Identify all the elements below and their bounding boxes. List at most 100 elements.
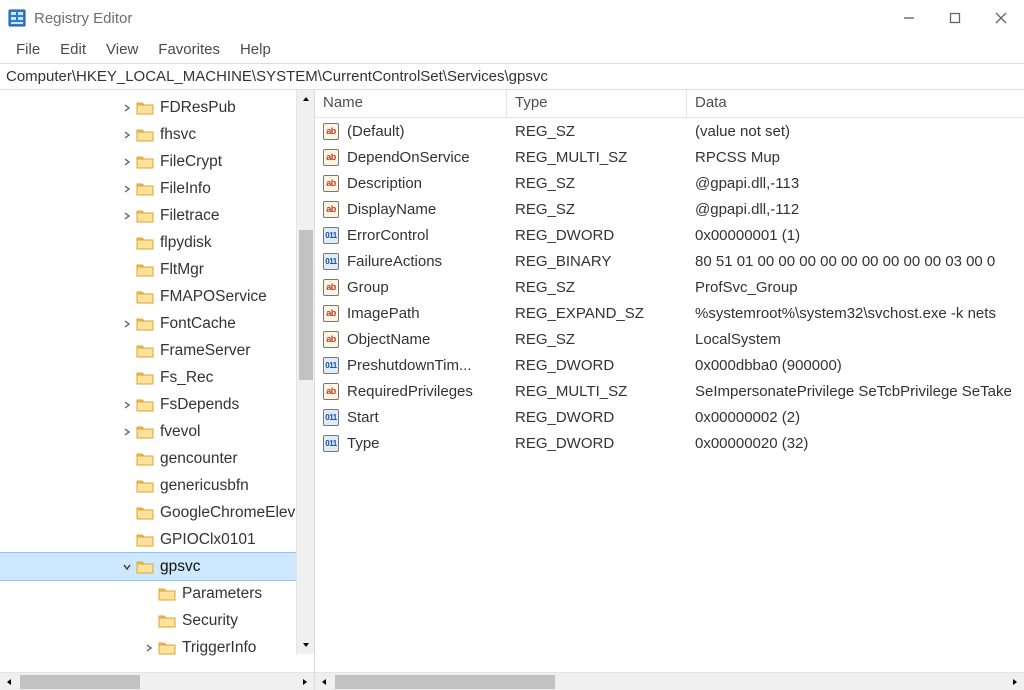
value-data: 0x00000020 (32) bbox=[687, 435, 1024, 452]
value-row[interactable]: DisplayNameREG_SZ@gpapi.dll,-112 bbox=[315, 196, 1024, 222]
tree-item-flpydisk[interactable]: flpydisk bbox=[0, 229, 314, 256]
tree-branch-icon bbox=[142, 614, 156, 628]
tree-item-label: GPIOClx0101 bbox=[160, 531, 256, 549]
list-header: Name Type Data bbox=[315, 90, 1024, 118]
scrollbar-thumb[interactable] bbox=[299, 230, 313, 380]
folder-icon bbox=[158, 586, 176, 602]
chevron-right-icon[interactable] bbox=[142, 641, 156, 655]
scrollbar-thumb[interactable] bbox=[335, 675, 555, 689]
menu-view[interactable]: View bbox=[96, 39, 148, 60]
column-header-data[interactable]: Data bbox=[687, 90, 1024, 117]
folder-icon bbox=[158, 613, 176, 629]
menu-file[interactable]: File bbox=[6, 39, 50, 60]
chevron-right-icon[interactable] bbox=[120, 128, 134, 142]
value-row[interactable]: StartREG_DWORD0x00000002 (2) bbox=[315, 404, 1024, 430]
value-row[interactable]: DescriptionREG_SZ@gpapi.dll,-113 bbox=[315, 170, 1024, 196]
value-row[interactable]: FailureActionsREG_BINARY80 51 01 00 00 0… bbox=[315, 248, 1024, 274]
value-name: Description bbox=[339, 175, 507, 192]
value-type: REG_SZ bbox=[507, 201, 687, 218]
tree-item-fdrespub[interactable]: FDResPub bbox=[0, 94, 314, 121]
tree-item-fileinfo[interactable]: FileInfo bbox=[0, 175, 314, 202]
tree-item-fs-rec[interactable]: Fs_Rec bbox=[0, 364, 314, 391]
tree-item-fltmgr[interactable]: FltMgr bbox=[0, 256, 314, 283]
tree-item-label: genericusbfn bbox=[160, 477, 249, 495]
scroll-down-icon[interactable] bbox=[297, 636, 314, 654]
value-data: (value not set) bbox=[687, 123, 1024, 140]
value-row[interactable]: ObjectNameREG_SZLocalSystem bbox=[315, 326, 1024, 352]
value-row[interactable]: GroupREG_SZProfSvc_Group bbox=[315, 274, 1024, 300]
tree-item-googlechromeelev[interactable]: GoogleChromeElev bbox=[0, 499, 314, 526]
folder-icon bbox=[136, 208, 154, 224]
tree-item-frameserver[interactable]: FrameServer bbox=[0, 337, 314, 364]
tree-horizontal-scrollbar[interactable] bbox=[0, 672, 314, 690]
tree-item-fsdepends[interactable]: FsDepends bbox=[0, 391, 314, 418]
string-value-icon bbox=[323, 305, 339, 322]
chevron-right-icon[interactable] bbox=[120, 155, 134, 169]
value-row[interactable]: RequiredPrivilegesREG_MULTI_SZSeImperson… bbox=[315, 378, 1024, 404]
folder-icon bbox=[136, 154, 154, 170]
minimize-button[interactable] bbox=[886, 0, 932, 36]
chevron-down-icon[interactable] bbox=[120, 560, 134, 574]
tree-item-gencounter[interactable]: gencounter bbox=[0, 445, 314, 472]
value-type: REG_MULTI_SZ bbox=[507, 149, 687, 166]
folder-icon bbox=[136, 424, 154, 440]
scrollbar-thumb[interactable] bbox=[20, 675, 140, 689]
list-horizontal-scrollbar[interactable] bbox=[315, 672, 1024, 690]
column-header-type[interactable]: Type bbox=[507, 90, 687, 117]
tree-item-fhsvc[interactable]: fhsvc bbox=[0, 121, 314, 148]
chevron-right-icon[interactable] bbox=[120, 398, 134, 412]
tree-item-genericusbfn[interactable]: genericusbfn bbox=[0, 472, 314, 499]
tree-item-triggerinfo[interactable]: TriggerInfo bbox=[0, 634, 314, 661]
close-button[interactable] bbox=[978, 0, 1024, 36]
tree-branch-icon bbox=[120, 533, 134, 547]
tree-item-security[interactable]: Security bbox=[0, 607, 314, 634]
tree-item-gpioclx0101[interactable]: GPIOClx0101 bbox=[0, 526, 314, 553]
scroll-right-icon[interactable] bbox=[1006, 673, 1024, 690]
value-row[interactable]: ImagePathREG_EXPAND_SZ%systemroot%\syste… bbox=[315, 300, 1024, 326]
value-name: PreshutdownTim... bbox=[339, 357, 507, 374]
tree-item-parameters[interactable]: Parameters bbox=[0, 580, 314, 607]
tree-item-label: Filetrace bbox=[160, 207, 219, 225]
value-row[interactable]: DependOnServiceREG_MULTI_SZRPCSS Mup bbox=[315, 144, 1024, 170]
value-row[interactable]: PreshutdownTim...REG_DWORD0x000dbba0 (90… bbox=[315, 352, 1024, 378]
scroll-up-icon[interactable] bbox=[297, 90, 314, 108]
tree-branch-icon bbox=[120, 290, 134, 304]
titlebar: Registry Editor bbox=[0, 0, 1024, 36]
value-row[interactable]: (Default)REG_SZ(value not set) bbox=[315, 118, 1024, 144]
value-data: LocalSystem bbox=[687, 331, 1024, 348]
value-data: 0x000dbba0 (900000) bbox=[687, 357, 1024, 374]
folder-icon bbox=[136, 478, 154, 494]
tree-item-fvevol[interactable]: fvevol bbox=[0, 418, 314, 445]
tree-item-fontcache[interactable]: FontCache bbox=[0, 310, 314, 337]
address-bar[interactable]: Computer\HKEY_LOCAL_MACHINE\SYSTEM\Curre… bbox=[0, 64, 1024, 90]
menubar: File Edit View Favorites Help bbox=[0, 36, 1024, 64]
menu-favorites[interactable]: Favorites bbox=[148, 39, 230, 60]
chevron-right-icon[interactable] bbox=[120, 209, 134, 223]
maximize-button[interactable] bbox=[932, 0, 978, 36]
numeric-value-icon bbox=[323, 435, 339, 452]
tree-item-label: Parameters bbox=[182, 585, 262, 603]
value-row[interactable]: TypeREG_DWORD0x00000020 (32) bbox=[315, 430, 1024, 456]
tree-item-filetrace[interactable]: Filetrace bbox=[0, 202, 314, 229]
menu-help[interactable]: Help bbox=[230, 39, 281, 60]
column-header-name[interactable]: Name bbox=[315, 90, 507, 117]
tree-item-label: flpydisk bbox=[160, 234, 212, 252]
tree-item-label: FontCache bbox=[160, 315, 236, 333]
scroll-left-icon[interactable] bbox=[0, 673, 18, 690]
numeric-value-icon bbox=[323, 409, 339, 426]
tree-item-filecrypt[interactable]: FileCrypt bbox=[0, 148, 314, 175]
chevron-right-icon[interactable] bbox=[120, 182, 134, 196]
tree-item-fmaposervice[interactable]: FMAPOService bbox=[0, 283, 314, 310]
chevron-right-icon[interactable] bbox=[120, 101, 134, 115]
chevron-right-icon[interactable] bbox=[120, 425, 134, 439]
value-row[interactable]: ErrorControlREG_DWORD0x00000001 (1) bbox=[315, 222, 1024, 248]
value-type: REG_SZ bbox=[507, 331, 687, 348]
chevron-right-icon[interactable] bbox=[120, 317, 134, 331]
tree-item-gpsvc[interactable]: gpsvc bbox=[0, 553, 314, 580]
tree-vertical-scrollbar[interactable] bbox=[296, 90, 314, 654]
scroll-left-icon[interactable] bbox=[315, 673, 333, 690]
scroll-right-icon[interactable] bbox=[296, 673, 314, 690]
menu-edit[interactable]: Edit bbox=[50, 39, 96, 60]
value-data: 0x00000002 (2) bbox=[687, 409, 1024, 426]
tree-item-label: FDResPub bbox=[160, 99, 236, 117]
